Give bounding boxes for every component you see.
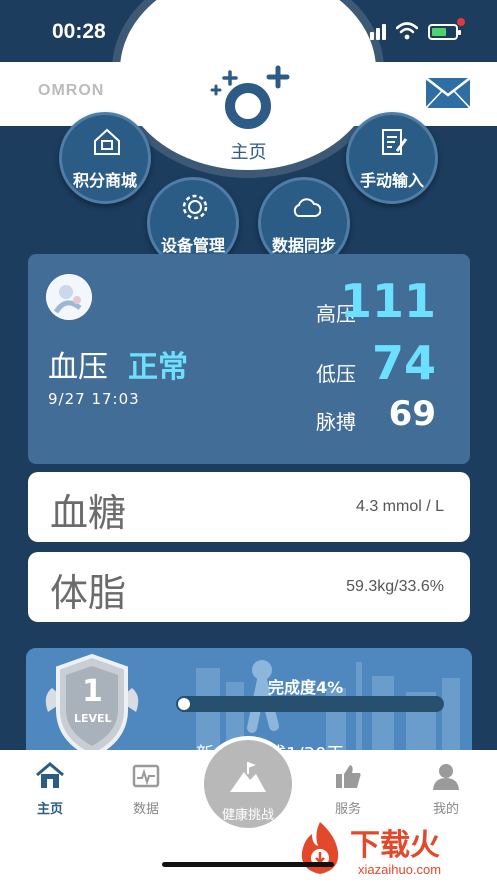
systolic-value: 111 xyxy=(339,274,436,328)
device-management-label: 设备管理 xyxy=(160,236,225,255)
mountain-flag-icon xyxy=(230,762,266,792)
gear-icon xyxy=(182,194,208,220)
tab-profile[interactable]: 我的 xyxy=(416,762,476,822)
avatar[interactable] xyxy=(46,274,92,320)
body-fat-card[interactable]: 体脂 59.3kg/33.6% xyxy=(28,552,470,622)
store-icon xyxy=(94,128,120,155)
challenge-progress-fill xyxy=(178,698,190,710)
blood-pressure-timestamp: 9/27 17:03 xyxy=(48,390,140,408)
blood-pressure-status: 正常 xyxy=(128,350,188,385)
level-label: LEVEL xyxy=(74,712,112,725)
blood-sugar-value: 4.3 mmol / L xyxy=(355,498,444,515)
user-icon xyxy=(433,764,459,790)
pulse-value: 69 xyxy=(388,394,436,434)
level-number: 1 xyxy=(82,674,103,709)
status-time: 00:28 xyxy=(52,20,106,43)
challenge-progress-bar xyxy=(176,696,444,712)
data-sync-label: 数据同步 xyxy=(271,236,336,255)
mail-icon[interactable] xyxy=(426,78,470,108)
flame-logo-icon xyxy=(301,822,339,874)
tab-profile-label: 我的 xyxy=(432,802,459,817)
blood-pressure-card[interactable]: 血压 正常 9/27 17:03 高压 111 低压 74 脉搏 69 xyxy=(28,254,470,464)
cloud-icon xyxy=(293,198,321,217)
battery-icon xyxy=(428,18,465,40)
tab-home-label: 主页 xyxy=(36,802,63,817)
wifi-icon xyxy=(396,22,418,40)
watermark-subtitle: xiazaihuo.com xyxy=(358,862,442,877)
pulse-label: 脉搏 xyxy=(316,410,356,434)
app-screen: 00:28 OMRON 主页 积分商城 手动输入 设备管理 数据同步 血压 正常… xyxy=(0,0,497,883)
body-fat-label: 体脂 xyxy=(50,571,127,615)
tab-health-challenge[interactable]: 健康挑战 xyxy=(200,736,296,832)
blood-sugar-label: 血糖 xyxy=(50,491,127,535)
home-icon xyxy=(36,762,64,788)
thumbs-up-icon xyxy=(336,765,361,788)
diastolic-value: 74 xyxy=(371,336,436,390)
challenge-progress-text: 完成度4% xyxy=(268,678,344,697)
points-mall-button[interactable]: 积分商城 xyxy=(59,112,151,204)
brand-logo: OMRON xyxy=(38,82,105,99)
home-hub-icon xyxy=(210,65,290,129)
body-fat-value: 59.3kg/33.6% xyxy=(346,578,444,595)
watermark-logo: 下载火 xiazaihuo.com xyxy=(292,818,492,880)
tab-data-label: 数据 xyxy=(132,802,159,817)
blood-pressure-label: 血压 xyxy=(48,350,108,385)
notification-dot xyxy=(457,18,465,26)
manual-input-label: 手动输入 xyxy=(359,171,424,190)
data-icon xyxy=(132,764,160,788)
tab-home[interactable]: 主页 xyxy=(20,762,80,822)
tab-health-challenge-label: 健康挑战 xyxy=(221,808,274,823)
home-indicator[interactable] xyxy=(162,862,334,867)
manual-input-button[interactable]: 手动输入 xyxy=(346,112,438,204)
tab-data[interactable]: 数据 xyxy=(116,762,176,822)
watermark-title: 下载火 xyxy=(350,828,440,863)
tab-service-label: 服务 xyxy=(334,802,361,817)
edit-icon xyxy=(382,129,408,155)
points-mall-label: 积分商城 xyxy=(72,171,137,190)
diastolic-label: 低压 xyxy=(316,362,356,386)
tab-service[interactable]: 服务 xyxy=(318,762,378,822)
blood-sugar-card[interactable]: 血糖 4.3 mmol / L xyxy=(28,472,470,542)
